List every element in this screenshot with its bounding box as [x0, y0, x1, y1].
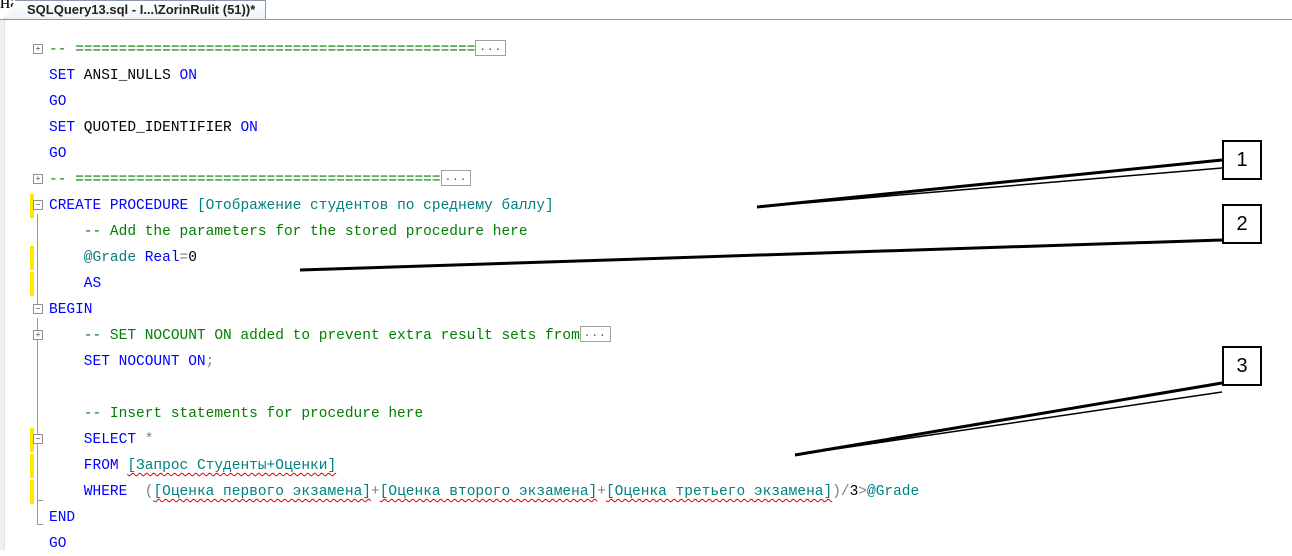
callout-2: 2 [1222, 204, 1262, 244]
callout-leader-lines [299, 158, 1223, 457]
callout-1: 1 [1222, 140, 1262, 180]
callout-3: 3 [1222, 346, 1262, 386]
